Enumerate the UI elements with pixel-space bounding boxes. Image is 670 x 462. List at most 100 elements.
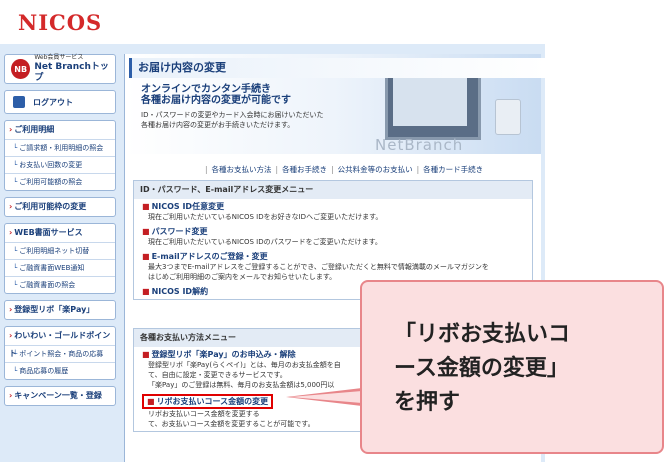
quick-link[interactable]: 各種お支払い方法 xyxy=(212,165,272,174)
sidebar-item[interactable]: └ お支払い回数の変更 xyxy=(5,156,115,173)
sidebar-item[interactable]: └ ご利用明細ネット切替 xyxy=(5,242,115,259)
sidebar-item-label: ご請求額・利用明細の照会 xyxy=(19,144,104,152)
link-separator: | xyxy=(331,165,334,174)
bullet-icon: ■ xyxy=(142,287,150,296)
net-branch-watermark: NetBranch xyxy=(375,136,464,154)
corner-icon: └ xyxy=(13,144,18,152)
sidebar-section-label: ご利用明細 xyxy=(14,125,55,134)
sidebar-section: › WEB書面サービス └ ご利用明細ネット切替 └ ご融資書面WEB通知 └ ご融資書面の照… xyxy=(4,223,116,294)
sidebar-section-label: ご利用可能枠の変更 xyxy=(14,202,87,211)
banner-text: ID・パスワードの変更やカード入会時にお届けいただいた 各種お届け内容の変更がお… xyxy=(141,110,323,130)
lock-icon xyxy=(13,96,25,108)
sidebar-section-title[interactable]: › ご利用明細 xyxy=(5,121,115,139)
sidebar-section: › 登録型リボ「楽Pay」 xyxy=(4,300,116,320)
net-branch-top-button[interactable]: NB Web会員サービス Net Branchトップ xyxy=(4,54,116,84)
sidebar-item[interactable]: └ ポイント照会・商品の応募 xyxy=(5,345,115,362)
corner-icon: └ xyxy=(13,247,18,255)
sidebar-item-label: ご融資書面WEB通知 xyxy=(19,264,85,272)
highlight-box: ■ リボお支払いコース金額の変更 xyxy=(142,394,274,409)
menu-item-description: 現在ご利用いただいているNICOS IDのパスワードをご変更いただけます。 xyxy=(148,238,382,246)
instruction-callout: 「リボお支払いコ ース金額の変更」 を押す xyxy=(360,280,664,454)
bullet-icon: ■ xyxy=(147,397,155,406)
corner-icon: └ xyxy=(13,161,18,169)
quick-link[interactable]: 公共料金等のお支払い xyxy=(338,165,413,174)
quick-link[interactable]: 各種カード手続き xyxy=(423,165,483,174)
link-separator: | xyxy=(205,165,208,174)
banner-heading: オンラインでカンタン手続き 各種お届け内容の変更が可能です xyxy=(141,84,291,106)
quick-link[interactable]: 各種お手続き xyxy=(282,165,327,174)
sidebar-section: › わいわい・ゴールドポイント └ ポイント照会・商品の応募 └ 商品応募の履歴 xyxy=(4,326,116,380)
corner-icon: └ xyxy=(13,281,18,289)
sidebar-item[interactable]: └ ご利用可能額の照会 xyxy=(5,173,115,190)
sidebar: NB Web会員サービス Net Branchトップ ログアウト › ご利用明細 └… xyxy=(4,54,116,412)
net-branch-icon: NB xyxy=(11,59,31,79)
corner-icon: └ xyxy=(13,350,18,358)
sidebar-section-label: キャンペーン一覧・登録 xyxy=(14,391,102,400)
link-separator: | xyxy=(416,165,420,174)
sidebar-item[interactable]: └ 商品応募の履歴 xyxy=(5,362,115,379)
banner-text-line-2: 各種お届け内容の変更がお手続きいただけます。 xyxy=(141,121,295,129)
menu-item-title-wrap: ■ パスワード変更 xyxy=(142,227,208,236)
menu-item-link[interactable]: ■ NICOS ID任意変更 xyxy=(142,201,524,212)
quick-links: | 各種お支払い方法 | 各種お手続き | 公共料金等のお支払い | 各種カード手続き xyxy=(201,164,483,175)
net-branch-top-label: Net Branchトップ xyxy=(34,62,109,83)
site-header: NICOS xyxy=(0,0,545,44)
sidebar-item-label: ご利用可能額の照会 xyxy=(19,178,83,186)
sidebar-section: › キャンペーン一覧・登録 xyxy=(4,386,116,406)
callout-pointer-fill xyxy=(290,391,362,403)
banner: NetBranch お届け内容の変更 オンラインでカンタン手続き 各種お届け内容… xyxy=(125,54,546,154)
menu-item-title-wrap: ■ E-mailアドレスのご登録・変更 xyxy=(142,252,268,261)
mug-image xyxy=(495,99,521,135)
sidebar-section-title[interactable]: › キャンペーン一覧・登録 xyxy=(5,387,115,405)
chevron-right-icon: › xyxy=(9,202,13,211)
sidebar-item-label: お支払い回数の変更 xyxy=(19,161,83,169)
menu-item-link[interactable]: ■ パスワード変更 xyxy=(142,226,524,237)
callout-text: 「リボお支払いコ ース金額の変更」 を押す xyxy=(394,322,571,415)
service-label: Web会員サービス xyxy=(34,54,84,61)
sidebar-section-title[interactable]: › ご利用可能枠の変更 xyxy=(5,198,115,216)
menu-item-description: 最大3つまでE-mailアドレスをご登録することができ、ご登録いただくと無料で情… xyxy=(148,263,489,271)
bullet-icon: ■ xyxy=(142,227,150,236)
menu-item-title-wrap: ■ 登録型リボ「楽Pay」のお申込み・解除 xyxy=(142,350,296,359)
sidebar-item[interactable]: └ ご融資書面の照会 xyxy=(5,276,115,293)
monitor-screen xyxy=(393,72,467,126)
menu-item-title: E-mailアドレスのご登録・変更 xyxy=(151,252,268,261)
chevron-right-icon: › xyxy=(9,331,13,340)
menu-item-title: 登録型リボ「楽Pay」のお申込み・解除 xyxy=(151,350,296,359)
logout-button[interactable]: ログアウト xyxy=(4,90,116,114)
sidebar-item-label: ご融資書面の照会 xyxy=(19,281,76,289)
menu-item: ■ パスワード変更現在ご利用いただいているNICOS IDのパスワードをご変更いた… xyxy=(134,224,532,249)
chevron-right-icon: › xyxy=(9,305,13,314)
banner-heading-line-2: 各種お届け内容の変更が可能です xyxy=(141,95,291,106)
sidebar-item-label: ポイント照会・商品の応募 xyxy=(19,350,104,358)
bullet-icon: ■ xyxy=(142,202,150,211)
sidebar-item-label: ご利用明細ネット切替 xyxy=(19,247,90,255)
panel-title: ID・パスワード、E-mailアドレス変更メニュー xyxy=(134,181,532,199)
menu-item: ■ E-mailアドレスのご登録・変更最大3つまでE-mailアドレスをご登録する… xyxy=(134,249,532,284)
nicos-logo[interactable]: NICOS xyxy=(18,10,102,35)
menu-item-title-wrap: ■ NICOS ID任意変更 xyxy=(142,202,224,211)
panel-title-text: 各種お支払い方法メニュー xyxy=(140,333,236,342)
sidebar-item[interactable]: └ ご請求額・利用明細の照会 xyxy=(5,139,115,156)
sidebar-section-label: WEB書面サービス xyxy=(14,228,83,237)
corner-icon: └ xyxy=(13,178,18,186)
menu-item-title: NICOS ID解約 xyxy=(151,287,209,296)
corner-icon: └ xyxy=(13,367,18,375)
sidebar-section: › ご利用可能枠の変更 xyxy=(4,197,116,217)
sidebar-item[interactable]: └ ご融資書面WEB通知 xyxy=(5,259,115,276)
menu-item-title: NICOS ID任意変更 xyxy=(151,202,225,211)
menu-item-link[interactable]: ■ E-mailアドレスのご登録・変更 xyxy=(142,251,524,262)
banner-text-line-1: ID・パスワードの変更やカード入会時にお届けいただいた xyxy=(141,111,324,119)
menu-item: ■ NICOS ID任意変更現在ご利用いただいているNICOS IDをお好きなID… xyxy=(134,199,532,224)
chevron-right-icon: › xyxy=(9,228,13,237)
link-separator: | xyxy=(275,165,279,174)
corner-icon: └ xyxy=(13,264,18,272)
sidebar-section-title[interactable]: › わいわい・ゴールドポイント xyxy=(5,327,115,358)
sidebar-section-label: 登録型リボ「楽Pay」 xyxy=(14,305,95,314)
chevron-right-icon: › xyxy=(9,125,13,134)
sidebar-section-title[interactable]: › 登録型リボ「楽Pay」 xyxy=(5,301,115,319)
menu-item-description: 現在ご利用いただいているNICOS IDをお好きなIDへご変更いただけます。 xyxy=(148,213,383,221)
bullet-icon: ■ xyxy=(142,252,150,261)
sidebar-section-title[interactable]: › WEB書面サービス xyxy=(5,224,115,242)
sidebar-section: › ご利用明細 └ ご請求額・利用明細の照会 └ お支払い回数の変更 └ ご利用可能額の照会 xyxy=(4,120,116,191)
